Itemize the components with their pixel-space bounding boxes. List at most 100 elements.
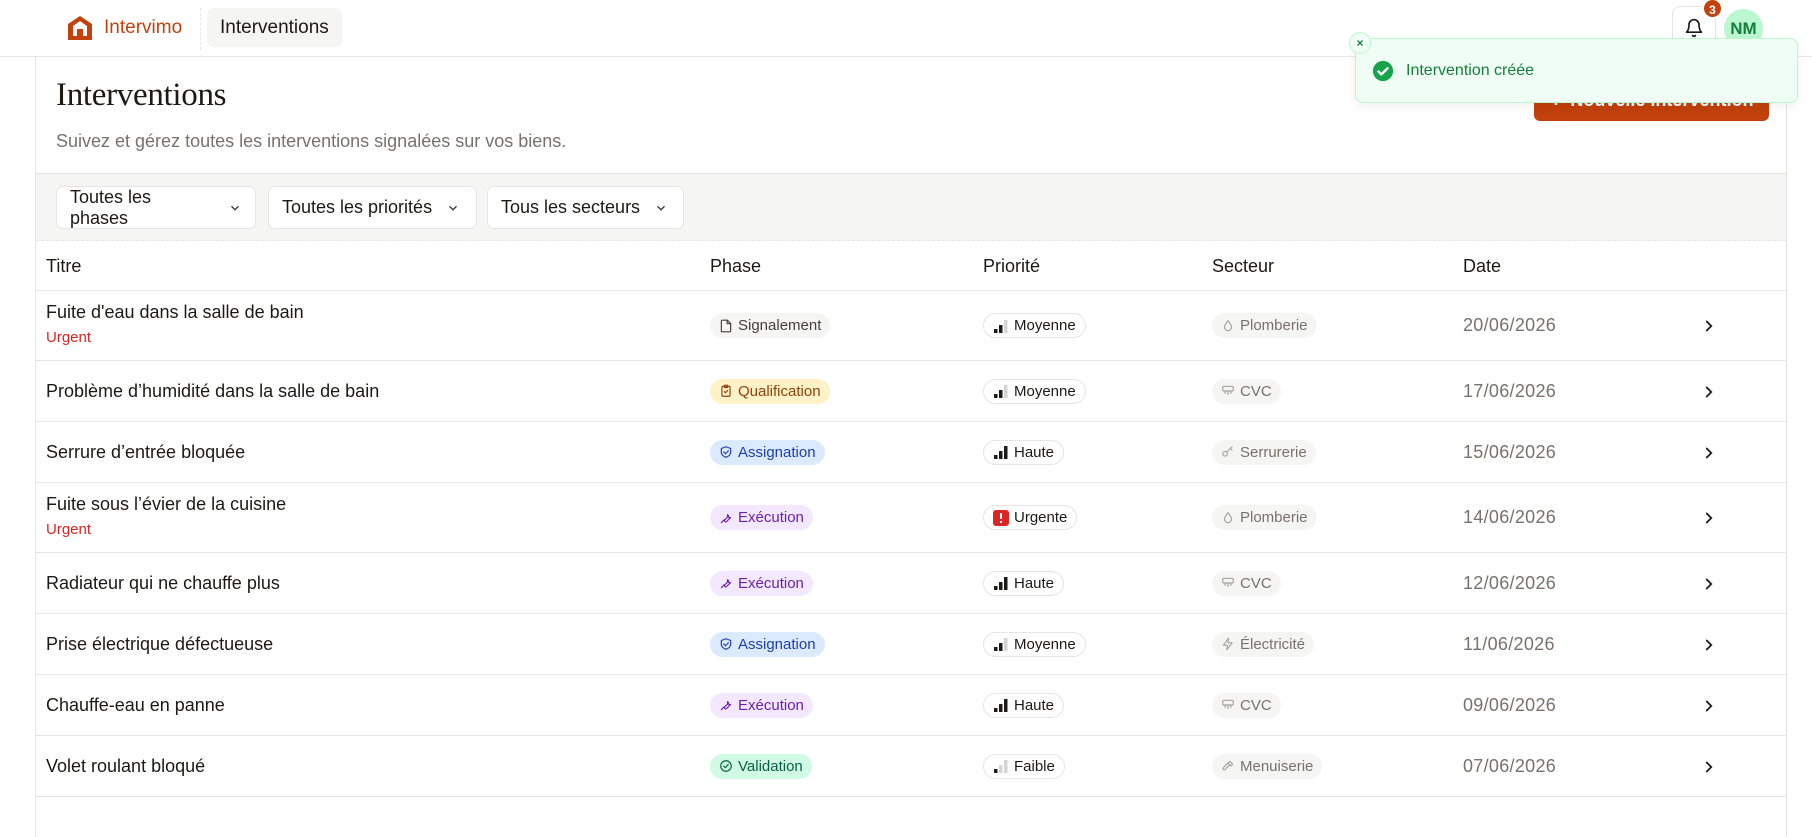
phase-label: Assignation [738,635,816,653]
signal-high-icon [994,699,1008,712]
chevron-right-icon[interactable] [1700,636,1718,654]
table-row[interactable]: Radiateur qui ne chauffe plus Exécution Ha… [36,553,1786,614]
column-header-priority[interactable]: Priorité [983,256,1040,277]
intervention-date: 12/06/2026 [1463,572,1557,593]
phase-label: Exécution [738,509,804,526]
table-row[interactable]: Fuite sous l’évier de la cuisine Urgent Ex… [36,483,1786,553]
phase-label: Validation [738,757,803,775]
chevron-right-icon[interactable] [1700,575,1718,593]
phase-label: Assignation [738,443,816,461]
priority-label: Moyenne [1014,635,1076,653]
intervention-title[interactable]: Fuite sous l’évier de la cuisine [46,494,286,515]
intervention-date: 07/06/2026 [1463,755,1557,776]
phase-label: Exécution [738,574,804,592]
sector-badge: Menuiserie [1212,753,1323,779]
intervention-title[interactable]: Volet roulant bloqué [46,756,205,777]
chevron-right-icon[interactable] [1700,509,1718,527]
droplet-icon [1223,511,1233,523]
toast-close-button[interactable] [1349,32,1371,54]
chevron-down-icon [230,205,240,211]
table-row[interactable]: Prise électrique défectueuse Assignation M… [36,614,1786,675]
sector-label: Plomberie [1240,509,1308,526]
key-icon [1222,446,1233,457]
alert-square-icon [993,509,1009,526]
priority-filter-value: Toutes les priorités [282,197,433,217]
signal-high-icon [994,446,1008,459]
chevron-down-icon [449,205,458,211]
intervention-title[interactable]: Prise électrique défectueuse [46,634,273,655]
column-header-sector[interactable]: Secteur [1212,256,1274,277]
intervention-title[interactable]: Problème d’humidité dans la salle de bai… [46,381,379,402]
phase-filter-value: Toutes les phases [70,186,152,228]
priority-label: Moyenne [1014,382,1076,400]
close-icon [1357,40,1363,46]
chevron-right-icon[interactable] [1700,697,1718,715]
intervention-date: 20/06/2026 [1463,315,1557,335]
interventions-table: Titre Phase Priorité Secteur Date Fuite … [36,241,1786,797]
table-row[interactable]: Chauffe-eau en panne Exécution Haute CVC 09/… [36,675,1786,736]
wrench-icon [720,701,732,711]
column-header-phase[interactable]: Phase [710,256,761,277]
table-row[interactable]: Serrure d’entrée bloquée Assignation Haute… [36,422,1786,483]
priority-label: Haute [1014,574,1055,592]
wrench-icon [720,579,732,589]
sector-badge: Plomberie [1212,313,1317,338]
page-title: Interventions [56,77,227,113]
sector-badge: CVC [1212,570,1281,596]
chevron-right-icon[interactable] [1700,317,1718,335]
chevron-right-icon[interactable] [1700,758,1718,776]
notifications-badge: 3 [1702,0,1723,19]
table-header: Titre Phase Priorité Secteur Date [36,241,1786,291]
hammer-icon [1222,760,1234,771]
phase-badge: Validation [710,753,812,779]
intervention-title[interactable]: Radiateur qui ne chauffe plus [46,573,280,594]
bell-icon [1685,18,1703,37]
sector-label: Serrurerie [1240,443,1307,461]
priority-label: Faible [1014,757,1055,775]
phase-label: Exécution [738,696,804,714]
chevron-right-icon[interactable] [1700,444,1718,462]
signal-medium-icon [994,638,1008,651]
table-row[interactable]: Fuite d'eau dans la salle de bain Urgent S… [36,291,1786,361]
sector-filter-select[interactable]: Tous les secteurs [487,186,684,229]
fan-icon [1222,577,1234,588]
priority-label: Urgente [1014,509,1068,526]
intervention-date: 09/06/2026 [1463,694,1557,715]
column-header-title[interactable]: Titre [46,256,81,277]
intervention-title[interactable]: Chauffe-eau en panne [46,695,225,716]
priority-badge: Haute [983,439,1065,465]
urgent-flag: Urgent [46,521,92,538]
phase-badge: Exécution [710,570,813,596]
chevron-down-icon [657,205,666,211]
sector-badge: Électricité [1212,631,1315,657]
page-subtitle: Suivez et gérez toutes les interventions… [56,131,567,151]
house-logo-icon [68,16,92,40]
intervention-title[interactable]: Fuite d'eau dans la salle de bain [46,302,304,323]
wrench-icon [720,513,732,523]
intervention-date: 14/06/2026 [1463,507,1557,527]
chevron-right-icon[interactable] [1700,383,1718,401]
nav-tab-interventions[interactable]: Interventions [207,8,342,47]
sector-badge: CVC [1212,378,1281,404]
priority-badge: Moyenne [983,313,1086,338]
intervention-title[interactable]: Serrure d’entrée bloquée [46,442,245,463]
table-row[interactable]: Problème d’humidité dans la salle de bai… [36,361,1786,422]
priority-label: Haute [1014,443,1055,461]
phase-filter-select[interactable]: Toutes les phases [56,186,256,229]
zap-icon [1222,637,1233,651]
sector-badge: Serrurerie [1212,439,1316,465]
fan-icon [1222,385,1234,396]
sector-badge: Plomberie [1212,505,1317,530]
filters-bar: Toutes les phases Toutes les priorités T… [36,173,1786,241]
toast-message: Intervention créée [1406,62,1535,79]
brand-link[interactable]: Intervimo [66,13,182,43]
table-row[interactable]: Volet roulant bloqué Validation Faible Menu… [36,736,1786,797]
priority-filter-select[interactable]: Toutes les priorités [268,186,477,229]
check-circle-icon [720,760,732,772]
sector-label: CVC [1240,574,1272,592]
column-header-date[interactable]: Date [1463,256,1501,277]
main-panel: Interventions Suivez et gérez toutes les… [35,57,1787,837]
phase-badge: Qualification [710,378,830,404]
priority-badge: Haute [983,692,1065,718]
signal-medium-icon [994,319,1008,333]
